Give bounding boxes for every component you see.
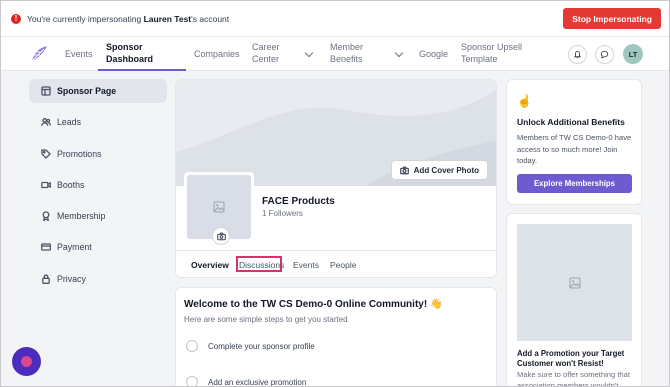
top-nav: Events Sponsor Dashboard Companies Caree… (1, 37, 669, 71)
chat-bubble-icon (600, 50, 609, 59)
bell-icon (573, 50, 582, 59)
award-icon (42, 211, 50, 222)
followers-count: 1 Followers (262, 209, 303, 218)
step-label: Complete your sponsor profile (208, 341, 315, 351)
welcome-title: Welcome to the TW CS Demo-0 Online Commu… (184, 299, 443, 310)
users-icon (41, 118, 51, 127)
stop-impersonating-button[interactable]: Stop Impersonating (563, 8, 661, 29)
welcome-subtitle: Here are some simple steps to get you st… (184, 315, 348, 324)
sidebar-item-promotions[interactable]: Promotions (29, 142, 167, 166)
promotion-card: Add a Promotion your Target Customer won… (506, 213, 642, 387)
upload-logo-button[interactable] (212, 227, 230, 245)
sidebar-item-label: Promotions (57, 148, 102, 159)
messages-button[interactable] (595, 45, 614, 64)
company-name: FACE Products (262, 196, 335, 207)
career-center-chevron-down-icon[interactable] (304, 48, 314, 58)
alert-icon: ! (11, 13, 21, 24)
nav-active-indicator (98, 69, 186, 71)
sponsor-profile-card: Add Cover Photo FACE Products 1 Follower… (175, 79, 497, 278)
benefits-title: Unlock Additional Benefits (517, 117, 625, 127)
sidebar: Sponsor Page Leads Promotions Booths Mem… (29, 79, 167, 298)
logo-image-area (187, 175, 251, 245)
sidebar-item-label: Membership (57, 211, 106, 222)
app-window: ! You're currently impersonating Lauren … (0, 0, 670, 387)
sidebar-item-label: Booths (57, 179, 85, 190)
active-tab-indicator (184, 277, 230, 278)
step-checkbox[interactable] (186, 340, 198, 352)
message-suffix: 's account (191, 13, 230, 24)
camera-icon (216, 232, 226, 240)
sidebar-item-membership[interactable]: Membership (29, 204, 167, 228)
sidebar-item-label: Privacy (57, 273, 86, 284)
sidebar-item-leads[interactable]: Leads (29, 110, 167, 134)
nav-career-center[interactable]: Career Center (252, 41, 292, 65)
unlock-benefits-card: ☝️ Unlock Additional Benefits Members of… (506, 79, 642, 205)
tab-discussions[interactable]: Discussions (239, 260, 284, 270)
step-label: Add an exclusive promotion (208, 377, 307, 387)
tab-events[interactable]: Events (293, 260, 319, 270)
brand-logo-icon[interactable] (29, 44, 49, 64)
profile-tabs: Overview Discussions Events People (176, 250, 496, 278)
message-prefix: You're currently impersonating (27, 13, 144, 24)
impersonation-banner: ! You're currently impersonating Lauren … (1, 1, 669, 37)
video-icon (41, 181, 51, 189)
chat-launcher-icon (21, 356, 32, 367)
nav-member-benefits[interactable]: Member Benefits (330, 41, 375, 65)
cover-photo: Add Cover Photo (176, 80, 496, 186)
sidebar-item-label: Payment (57, 242, 92, 253)
chat-launcher-button[interactable] (12, 347, 41, 376)
welcome-card: Welcome to the TW CS Demo-0 Online Commu… (175, 287, 497, 387)
add-cover-photo-button[interactable]: Add Cover Photo (390, 160, 488, 180)
credit-card-icon (41, 243, 51, 252)
sidebar-item-payment[interactable]: Payment (29, 235, 167, 259)
promotion-title: Add a Promotion your Target Customer won… (517, 349, 625, 368)
image-placeholder-icon (569, 277, 580, 288)
promotion-description: Make sure to offer something that associ… (517, 370, 630, 387)
sidebar-item-booths[interactable]: Booths (29, 173, 167, 197)
step-complete-profile[interactable]: Complete your sponsor profile (186, 340, 315, 352)
step-add-promotion[interactable]: Add an exclusive promotion (186, 376, 307, 387)
sidebar-item-privacy[interactable]: Privacy (29, 267, 167, 291)
lock-icon (42, 274, 50, 284)
tab-overview[interactable]: Overview (191, 260, 229, 270)
member-benefits-chevron-down-icon[interactable] (394, 48, 404, 58)
company-logo-placeholder[interactable] (184, 172, 254, 245)
sidebar-item-label: Sponsor Page (57, 86, 117, 96)
explore-memberships-button[interactable]: Explore Memberships (517, 174, 632, 193)
impersonated-user-name: Lauren Test (143, 13, 192, 24)
sidebar-item-label: Leads (57, 117, 81, 128)
nav-events[interactable]: Events (65, 48, 93, 60)
nav-sponsor-dashboard[interactable]: Sponsor Dashboard (106, 41, 166, 65)
pointing-hand-icon: ☝️ (517, 94, 532, 108)
step-checkbox[interactable] (186, 376, 198, 386)
layout-icon (41, 86, 51, 96)
image-placeholder-icon (213, 201, 225, 213)
nav-google[interactable]: Google (419, 48, 448, 60)
add-cover-photo-label: Add Cover Photo (413, 165, 479, 175)
notifications-button[interactable] (568, 45, 587, 64)
benefits-description: Members of TW CS Demo-0 have access to s… (517, 133, 632, 165)
tag-icon (41, 148, 51, 159)
nav-sponsor-upsell-template[interactable]: Sponsor Upsell Template (461, 41, 531, 65)
sidebar-item-sponsor-page[interactable]: Sponsor Page (29, 79, 167, 103)
tab-people[interactable]: People (330, 260, 356, 270)
camera-icon (399, 166, 409, 174)
impersonation-message: You're currently impersonating Lauren Te… (27, 14, 229, 24)
user-avatar[interactable]: LT (623, 44, 643, 64)
nav-companies[interactable]: Companies (194, 48, 240, 60)
promotion-image-placeholder (517, 224, 632, 341)
